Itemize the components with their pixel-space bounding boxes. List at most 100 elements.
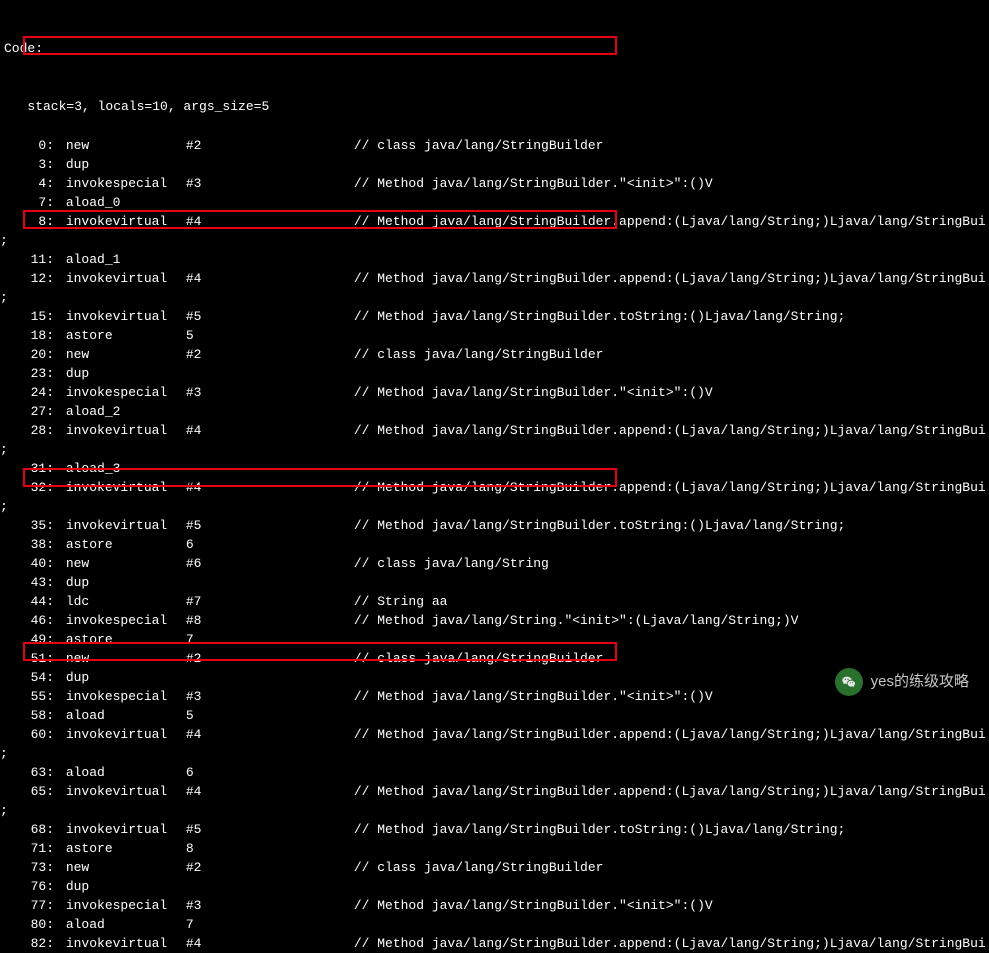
offset: 43:: [4, 573, 58, 592]
opcode: dup: [66, 573, 186, 592]
comment: [354, 877, 989, 896]
comment: // Method java/lang/StringBuilder."<init…: [354, 896, 989, 915]
operand: [186, 573, 354, 592]
bytecode-line: 7: aload_0: [0, 193, 989, 212]
offset: 32:: [4, 478, 58, 497]
operand: 7: [186, 630, 354, 649]
operand: #7: [186, 592, 354, 611]
opcode: invokevirtual: [66, 782, 186, 801]
bytecode-line: 49: astore7: [0, 630, 989, 649]
offset: 28:: [4, 421, 58, 440]
bytecode-line: 27: aload_2: [0, 402, 989, 421]
bytecode-line: 60: invokevirtual#4// Method java/lang/S…: [0, 725, 989, 744]
operand: #3: [186, 383, 354, 402]
opcode: aload: [66, 915, 186, 934]
bytecode-line: 3: dup: [0, 155, 989, 174]
bytecode-line: 35: invokevirtual#5// Method java/lang/S…: [0, 516, 989, 535]
operand: #2: [186, 136, 354, 155]
bytecode-line: 44: ldc#7// String aa: [0, 592, 989, 611]
operand: 5: [186, 706, 354, 725]
operand: #4: [186, 782, 354, 801]
line-wrap-marker: ;: [0, 744, 4, 763]
opcode: dup: [66, 364, 186, 383]
bytecode-line: 73: new#2// class java/lang/StringBuilde…: [0, 858, 989, 877]
operand: #4: [186, 934, 354, 953]
opcode: dup: [66, 155, 186, 174]
comment: // Method java/lang/StringBuilder."<init…: [354, 383, 989, 402]
opcode: invokespecial: [66, 383, 186, 402]
line-wrap-marker: ;: [0, 231, 4, 250]
offset: 8:: [4, 212, 58, 231]
operand: [186, 250, 354, 269]
operand: #2: [186, 858, 354, 877]
comment: [354, 915, 989, 934]
wechat-icon: [835, 668, 863, 696]
offset: 82:: [4, 934, 58, 953]
watermark: yes的练级攻略: [835, 668, 969, 696]
operand: #3: [186, 687, 354, 706]
offset: 58:: [4, 706, 58, 725]
comment: // Method java/lang/String."<init>":(Lja…: [354, 611, 989, 630]
opcode: invokevirtual: [66, 307, 186, 326]
comment: // Method java/lang/StringBuilder.toStri…: [354, 307, 989, 326]
comment: // class java/lang/StringBuilder: [354, 858, 989, 877]
opcode: dup: [66, 877, 186, 896]
watermark-text: yes的练级攻略: [871, 671, 969, 694]
comment: // String aa: [354, 592, 989, 611]
bytecode-line: 24: invokespecial#3// Method java/lang/S…: [0, 383, 989, 402]
line-wrap-marker: ;: [0, 288, 4, 307]
operand: [186, 364, 354, 383]
comment: // class java/lang/StringBuilder: [354, 649, 989, 668]
opcode: new: [66, 858, 186, 877]
bytecode-line: 43: dup: [0, 573, 989, 592]
offset: 76:: [4, 877, 58, 896]
opcode: invokevirtual: [66, 212, 186, 231]
offset: 35:: [4, 516, 58, 535]
bytecode-line: 68: invokevirtual#5// Method java/lang/S…: [0, 820, 989, 839]
operand: #8: [186, 611, 354, 630]
offset: 0:: [4, 136, 58, 155]
operand: 7: [186, 915, 354, 934]
offset: 44:: [4, 592, 58, 611]
bytecode-line: 28: invokevirtual#4// Method java/lang/S…: [0, 421, 989, 440]
operand: 5: [186, 326, 354, 345]
offset: 15:: [4, 307, 58, 326]
operand: 6: [186, 535, 354, 554]
offset: 54:: [4, 668, 58, 687]
bytecode-line: 82: invokevirtual#4// Method java/lang/S…: [0, 934, 989, 953]
bytecode-line: 63: aload6: [0, 763, 989, 782]
comment: [354, 839, 989, 858]
comment: // Method java/lang/StringBuilder."<init…: [354, 174, 989, 193]
comment: // Method java/lang/StringBuilder.append…: [354, 782, 989, 801]
opcode: aload_2: [66, 402, 186, 421]
comment: // Method java/lang/StringBuilder.append…: [354, 934, 989, 953]
bytecode-line: 15: invokevirtual#5// Method java/lang/S…: [0, 307, 989, 326]
operand: [186, 155, 354, 174]
comment: [354, 706, 989, 725]
bytecode-line: 4: invokespecial#3// Method java/lang/St…: [0, 174, 989, 193]
bytecode-line: 12: invokevirtual#4// Method java/lang/S…: [0, 269, 989, 288]
offset: 77:: [4, 896, 58, 915]
bytecode-line: 38: astore6: [0, 535, 989, 554]
bytecode-line: 18: astore5: [0, 326, 989, 345]
bytecode-line: 77: invokespecial#3// Method java/lang/S…: [0, 896, 989, 915]
comment: // class java/lang/StringBuilder: [354, 136, 989, 155]
bytecode-line: ;: [0, 231, 989, 250]
opcode: dup: [66, 668, 186, 687]
opcode: new: [66, 136, 186, 155]
comment: [354, 763, 989, 782]
bytecode-line: 80: aload7: [0, 915, 989, 934]
bytecode-line: 20: new#2// class java/lang/StringBuilde…: [0, 345, 989, 364]
offset: 7:: [4, 193, 58, 212]
bytecode-line: 8: invokevirtual#4// Method java/lang/St…: [0, 212, 989, 231]
offset: 49:: [4, 630, 58, 649]
opcode: invokevirtual: [66, 820, 186, 839]
operand: #6: [186, 554, 354, 573]
operand: #3: [186, 174, 354, 193]
operand: #2: [186, 345, 354, 364]
offset: 68:: [4, 820, 58, 839]
comment: // class java/lang/String: [354, 554, 989, 573]
operand: [186, 402, 354, 421]
bytecode-line: 32: invokevirtual#4// Method java/lang/S…: [0, 478, 989, 497]
offset: 80:: [4, 915, 58, 934]
